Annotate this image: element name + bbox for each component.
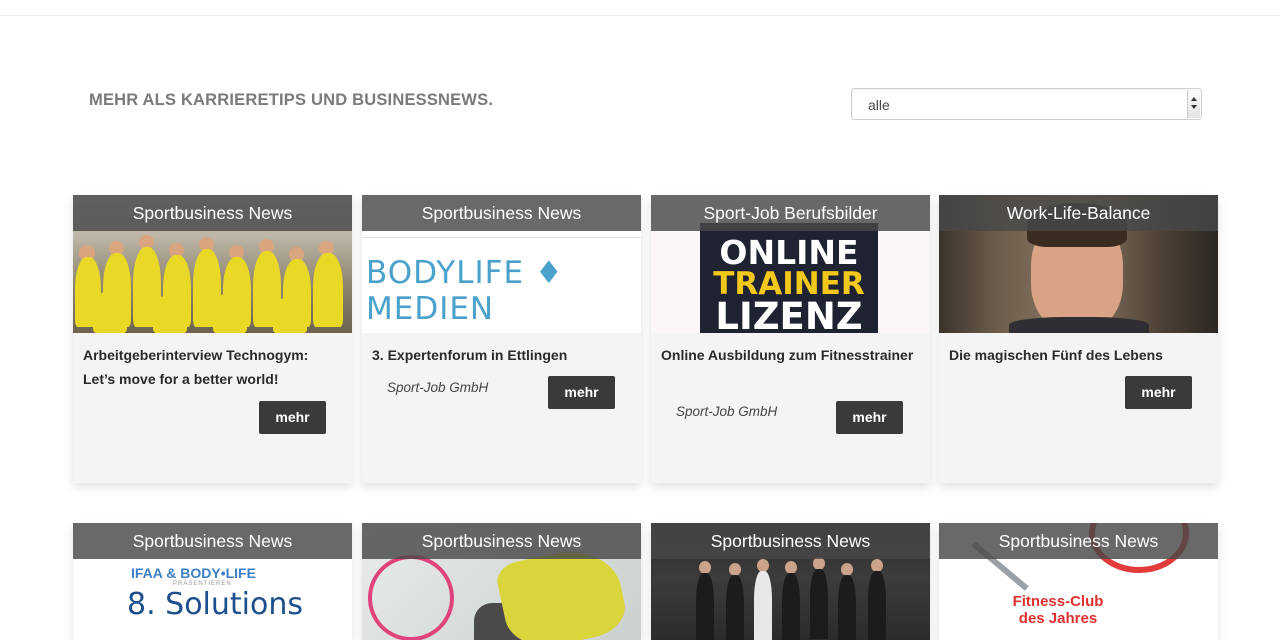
card-category-label[interactable]: Sport-Job Berufsbilder bbox=[651, 195, 930, 231]
news-card[interactable]: Sportbusiness News Arbeitgeberinterview … bbox=[73, 195, 352, 483]
card-author: Sport-Job GmbH bbox=[387, 380, 489, 395]
mehr-button[interactable]: mehr bbox=[836, 401, 903, 434]
card-category-label[interactable]: Sportbusiness News bbox=[651, 523, 930, 559]
card-title[interactable]: Die magischen Fünf des Lebens bbox=[949, 343, 1209, 367]
solutions-title: 8. Solutions bbox=[127, 587, 304, 622]
card-category-label[interactable]: Sportbusiness News bbox=[362, 523, 641, 559]
card-category-label[interactable]: Work-Life-Balance bbox=[939, 195, 1218, 231]
news-card[interactable]: BODYLIFE ♦ MEDIEN Sportbusiness News 3. … bbox=[362, 195, 641, 483]
award-title: Fitness-Club des Jahres bbox=[1012, 593, 1104, 627]
card-category-label[interactable]: Sportbusiness News bbox=[73, 523, 352, 559]
section-headline: MEHR ALS KARRIERETIPS UND BUSINESSNEWS. bbox=[89, 91, 494, 109]
news-card[interactable]: Sportbusiness News bbox=[651, 523, 930, 640]
news-card[interactable]: IFAA & BODY•LIFE PRÄSENTIEREN 8. Solutio… bbox=[73, 523, 352, 640]
ifaa-bodylife-logo: IFAA & BODY•LIFE bbox=[131, 565, 256, 581]
lizenz-graphic: ONLINE TRAINER LIZENZ bbox=[700, 223, 878, 333]
mehr-button[interactable]: mehr bbox=[259, 401, 326, 434]
bodylife-medien-logo: BODYLIFE ♦ MEDIEN bbox=[366, 255, 564, 327]
card-title[interactable]: Online Ausbildung zum Fitnesstrainer bbox=[661, 343, 921, 367]
select-stepper-icon[interactable] bbox=[1187, 90, 1200, 118]
filter-selected-value: alle bbox=[868, 97, 890, 113]
news-card[interactable]: Fitness-Club des Jahres Sportbusiness Ne… bbox=[939, 523, 1218, 640]
category-filter-select[interactable]: alle bbox=[851, 88, 1202, 120]
card-category-label[interactable]: Sportbusiness News bbox=[939, 523, 1218, 559]
mehr-button[interactable]: mehr bbox=[548, 376, 615, 409]
mehr-button[interactable]: mehr bbox=[1125, 376, 1192, 409]
stamp-graphic bbox=[368, 555, 454, 640]
news-card[interactable]: Sportbusiness News bbox=[362, 523, 641, 640]
news-card[interactable]: Work-Life-Balance Die magischen Fünf des… bbox=[939, 195, 1218, 483]
card-category-label[interactable]: Sportbusiness News bbox=[73, 195, 352, 231]
card-author: Sport-Job GmbH bbox=[676, 404, 778, 419]
news-card[interactable]: ONLINE TRAINER LIZENZ Sport-Job Berufsbi… bbox=[651, 195, 930, 483]
card-title[interactable]: Arbeitgeberinterview Technogym: Let’s mo… bbox=[83, 343, 343, 391]
card-category-label[interactable]: Sportbusiness News bbox=[362, 195, 641, 231]
top-divider bbox=[0, 15, 1280, 16]
card-title[interactable]: 3. Expertenforum in Ettlingen bbox=[372, 343, 632, 367]
